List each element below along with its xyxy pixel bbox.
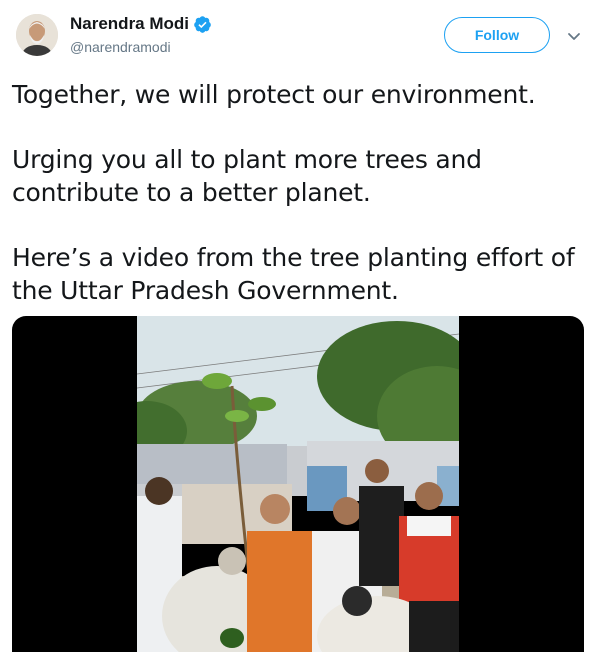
tweet-header: Narendra Modi @narendramodi Follow	[0, 0, 602, 70]
avatar[interactable]	[16, 14, 58, 56]
tweet-paragraph: Urging you all to plant more trees and c…	[12, 145, 482, 207]
user-handle[interactable]: @narendramodi	[70, 39, 171, 55]
video-thumbnail-image	[137, 316, 459, 652]
tweet-text: Together, we will protect our environmen…	[12, 78, 592, 339]
name-row: Narendra Modi	[70, 14, 212, 34]
video-thumbnail[interactable]	[137, 316, 459, 652]
display-name[interactable]: Narendra Modi	[70, 14, 189, 34]
tweet-paragraph: Here’s a video from the tree planting ef…	[12, 243, 575, 305]
follow-button[interactable]: Follow	[444, 17, 550, 53]
video-player[interactable]	[12, 316, 584, 652]
verified-badge-icon	[194, 15, 211, 33]
tweet-paragraph: Together, we will protect our environmen…	[12, 80, 536, 109]
avatar-image	[16, 14, 58, 56]
chevron-down-icon[interactable]	[566, 28, 582, 44]
